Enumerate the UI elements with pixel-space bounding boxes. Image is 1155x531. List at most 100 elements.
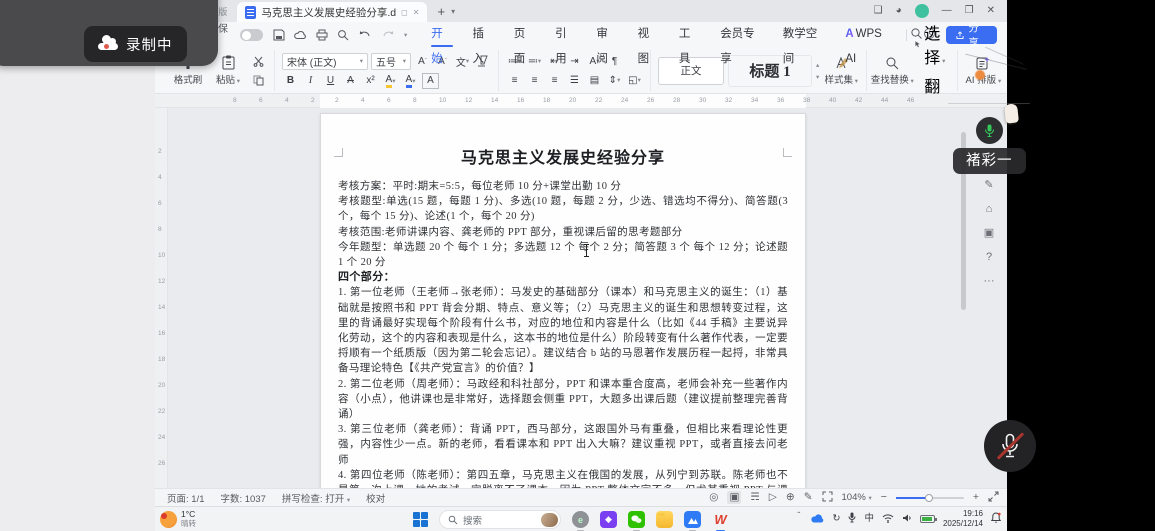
fit-page-icon[interactable] xyxy=(822,491,833,505)
ribbon-tab-审阅[interactable]: 审阅 xyxy=(586,22,627,48)
side-skin-icon[interactable]: ⌂ xyxy=(986,204,993,215)
superscript-button[interactable]: x² xyxy=(362,73,379,89)
new-tab-button[interactable]: + xyxy=(427,4,451,19)
style-normal[interactable]: 正文 xyxy=(658,57,724,85)
style-down-icon[interactable]: ▾ xyxy=(816,73,819,81)
app-purple-icon[interactable]: ◆ xyxy=(600,511,617,528)
undo-icon[interactable] xyxy=(358,29,372,41)
side-card-icon[interactable]: ▣ xyxy=(984,228,994,239)
ribbon-tab-引用[interactable]: 引用 xyxy=(545,22,586,48)
mute-microphone-button[interactable] xyxy=(984,420,1036,472)
outline-view-icon[interactable]: ☴ xyxy=(750,492,759,503)
redo-icon[interactable] xyxy=(381,29,395,41)
volume-icon[interactable] xyxy=(902,510,912,528)
print-preview-icon[interactable] xyxy=(337,29,349,41)
onedrive-cloud-icon[interactable] xyxy=(811,510,824,528)
highlight-button[interactable]: A▾ xyxy=(382,73,399,89)
wechat-icon[interactable] xyxy=(628,511,645,528)
bold-button[interactable]: B xyxy=(282,73,299,89)
close-button[interactable]: ✕ xyxy=(987,6,995,16)
notification-bell-icon[interactable] xyxy=(991,510,1001,528)
qat-caret-icon[interactable]: ▾ xyxy=(404,31,407,39)
distribute-icon[interactable]: ▤ xyxy=(586,72,603,88)
read-mode-icon[interactable]: ▷ xyxy=(769,492,777,503)
save-icon[interactable] xyxy=(273,29,285,41)
char-shading-button[interactable]: A xyxy=(422,73,439,89)
document-area[interactable]: 2468101214161820222426 马克思主义发展史经验分享 考核方案… xyxy=(155,108,1007,488)
fullscreen-icon[interactable] xyxy=(988,491,999,505)
app-blue-icon[interactable] xyxy=(684,511,701,528)
restore-button[interactable]: ❐ xyxy=(965,6,974,16)
underline-button[interactable]: U xyxy=(322,73,339,89)
file-explorer-icon[interactable] xyxy=(656,511,673,528)
zoom-out-button[interactable]: − xyxy=(881,492,887,503)
multi-window-icon[interactable]: ❑ xyxy=(874,6,883,16)
edit-mode-icon[interactable]: ✎ xyxy=(804,492,813,503)
recording-indicator[interactable]: 录制中 xyxy=(84,26,187,62)
font-color-button[interactable]: A▾ xyxy=(402,73,419,89)
spellcheck-status[interactable]: 拼写检查: 打开 ▾ xyxy=(282,491,350,505)
increase-indent-icon[interactable]: ⇥ xyxy=(566,53,583,69)
print-icon[interactable] xyxy=(316,29,328,41)
justify-icon[interactable]: ☰ xyxy=(566,72,583,88)
ribbon-tab-WPS AI[interactable]: AWPS AI xyxy=(835,22,901,48)
font-size-select[interactable]: 五号▾ xyxy=(371,53,411,70)
font-name-select[interactable]: 宋体 (正文)▾ xyxy=(282,53,368,70)
side-edit-icon[interactable]: ✎ xyxy=(984,180,993,191)
side-help-icon[interactable]: ? xyxy=(986,252,992,263)
ribbon-tab-工具[interactable]: 工具 xyxy=(669,22,710,48)
zoom-in-button[interactable]: + xyxy=(973,492,979,503)
zoom-level[interactable]: 104% ▾ xyxy=(842,492,872,503)
align-center-icon[interactable]: ≡ xyxy=(526,72,543,88)
copy-icon[interactable] xyxy=(250,72,267,88)
start-button[interactable] xyxy=(413,512,428,527)
tab-list-caret-icon[interactable]: ▾ xyxy=(451,7,455,16)
web-view-icon[interactable]: ⊕ xyxy=(786,492,795,503)
side-more-icon[interactable]: ··· xyxy=(984,276,995,287)
cloud-sync-icon[interactable] xyxy=(294,29,307,41)
paragraph-mark-icon[interactable]: ¶ xyxy=(606,53,623,69)
horizontal-ruler[interactable]: 8642246810121416182022242628303234363840… xyxy=(155,94,1007,108)
align-right-icon[interactable]: ≡ xyxy=(546,72,563,88)
shading-icon[interactable]: ◱▾ xyxy=(626,72,643,88)
document-page[interactable]: 马克思主义发展史经验分享 考核方案：平时:期末=5:5，每位老师 10 分+课堂… xyxy=(320,113,806,488)
document-tab[interactable]: 马克思主义发展史经验分享.d ◻ ✕ xyxy=(237,2,427,22)
word-count[interactable]: 字数: 1037 xyxy=(221,491,266,505)
account-avatar[interactable] xyxy=(915,4,929,18)
italic-button[interactable]: I xyxy=(302,73,319,89)
battery-icon[interactable] xyxy=(920,515,935,523)
style-heading1[interactable]: 标题 1 xyxy=(728,55,812,87)
ribbon-tab-开始[interactable]: 开始 xyxy=(421,22,462,48)
tray-mic-icon[interactable] xyxy=(848,510,856,528)
line-spacing-icon[interactable]: ⇕▾ xyxy=(606,72,623,88)
proofread-button[interactable]: 校对 xyxy=(366,491,385,505)
ribbon-tab-插入[interactable]: 插入 xyxy=(463,22,504,48)
numbering-icon[interactable]: ≕▾ xyxy=(526,53,543,69)
wps-taskbar-icon[interactable]: W xyxy=(712,511,729,528)
taskbar-clock[interactable]: 19:16 2025/12/14 xyxy=(943,509,983,529)
cut-icon[interactable] xyxy=(250,53,267,69)
minimize-button[interactable]: — xyxy=(942,6,952,16)
increase-font-icon[interactable]: Aˆ xyxy=(414,53,431,69)
taskbar-weather-widget[interactable]: 1°C 晴转 xyxy=(155,510,196,528)
find-replace-button[interactable]: 查找替换 ▾ xyxy=(874,56,910,86)
tab-close-icon[interactable]: ✕ xyxy=(413,8,420,17)
style-up-icon[interactable]: ▴ xyxy=(816,61,819,69)
align-left-icon[interactable]: ≡ xyxy=(506,72,523,88)
wifi-icon[interactable] xyxy=(882,510,894,528)
globe-icon[interactable]: ◕ xyxy=(896,6,902,16)
taskbar-search[interactable]: 搜索 xyxy=(439,510,561,529)
vertical-ruler[interactable]: 2468101214161820222426 xyxy=(155,108,168,488)
paste-button[interactable]: 粘贴 ▾ xyxy=(210,55,246,86)
autosave-toggle[interactable] xyxy=(240,29,263,41)
page-view-icon[interactable]: ▣ xyxy=(727,491,741,504)
eye-protect-icon[interactable]: ◎ xyxy=(709,492,718,503)
hidden-icons-chevron[interactable]: ＾ xyxy=(794,514,804,524)
ime-indicator[interactable]: 中 xyxy=(864,514,874,524)
ribbon-tab-教学空间[interactable]: 教学空间 xyxy=(773,22,836,48)
sync-icon[interactable]: ↻ xyxy=(832,514,840,524)
strikethrough-button[interactable]: A xyxy=(342,73,359,89)
app-browser-icon[interactable]: e xyxy=(572,511,589,528)
change-case-icon[interactable]: 文▾ xyxy=(454,53,471,69)
select-button[interactable]: 选择 ▾ xyxy=(914,20,950,68)
